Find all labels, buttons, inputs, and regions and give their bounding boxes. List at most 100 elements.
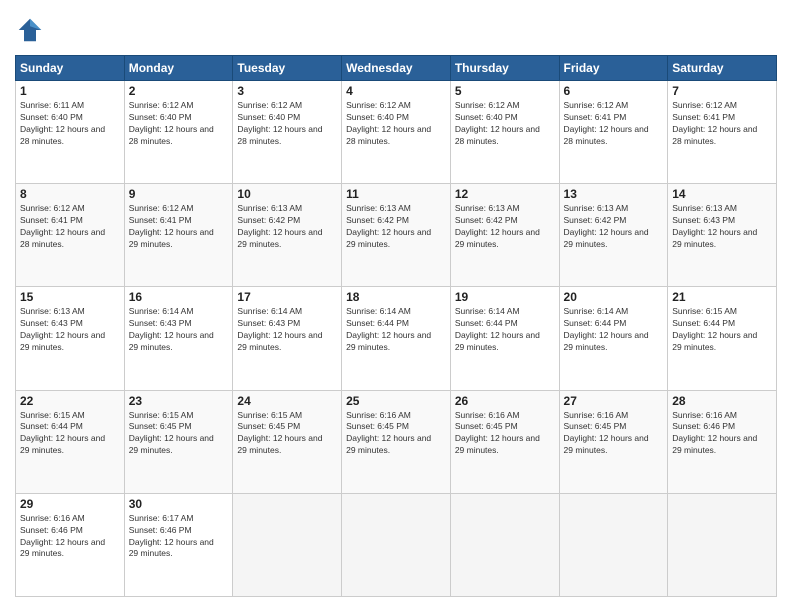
day-number: 22: [20, 394, 120, 408]
calendar-cell: [233, 493, 342, 596]
day-info: Sunrise: 6:11 AM Sunset: 6:40 PM Dayligh…: [20, 100, 120, 148]
weekday-header-row: SundayMondayTuesdayWednesdayThursdayFrid…: [16, 56, 777, 81]
day-number: 28: [672, 394, 772, 408]
calendar-cell: 28 Sunrise: 6:16 AM Sunset: 6:46 PM Dayl…: [668, 390, 777, 493]
calendar-cell: 14 Sunrise: 6:13 AM Sunset: 6:43 PM Dayl…: [668, 184, 777, 287]
calendar-cell: [342, 493, 451, 596]
day-info: Sunrise: 6:15 AM Sunset: 6:45 PM Dayligh…: [129, 410, 229, 458]
calendar-cell: [559, 493, 668, 596]
logo-icon: [15, 15, 45, 45]
day-info: Sunrise: 6:12 AM Sunset: 6:40 PM Dayligh…: [129, 100, 229, 148]
calendar-cell: 18 Sunrise: 6:14 AM Sunset: 6:44 PM Dayl…: [342, 287, 451, 390]
day-info: Sunrise: 6:14 AM Sunset: 6:44 PM Dayligh…: [455, 306, 555, 354]
day-info: Sunrise: 6:13 AM Sunset: 6:42 PM Dayligh…: [564, 203, 664, 251]
day-number: 21: [672, 290, 772, 304]
day-info: Sunrise: 6:12 AM Sunset: 6:40 PM Dayligh…: [346, 100, 446, 148]
day-info: Sunrise: 6:15 AM Sunset: 6:44 PM Dayligh…: [20, 410, 120, 458]
header: [15, 15, 777, 45]
day-number: 9: [129, 187, 229, 201]
day-number: 10: [237, 187, 337, 201]
calendar-cell: 20 Sunrise: 6:14 AM Sunset: 6:44 PM Dayl…: [559, 287, 668, 390]
calendar-cell: [450, 493, 559, 596]
day-number: 20: [564, 290, 664, 304]
day-info: Sunrise: 6:14 AM Sunset: 6:43 PM Dayligh…: [129, 306, 229, 354]
calendar-cell: 16 Sunrise: 6:14 AM Sunset: 6:43 PM Dayl…: [124, 287, 233, 390]
calendar-cell: 2 Sunrise: 6:12 AM Sunset: 6:40 PM Dayli…: [124, 81, 233, 184]
day-number: 30: [129, 497, 229, 511]
day-info: Sunrise: 6:16 AM Sunset: 6:45 PM Dayligh…: [455, 410, 555, 458]
day-info: Sunrise: 6:13 AM Sunset: 6:43 PM Dayligh…: [20, 306, 120, 354]
day-number: 17: [237, 290, 337, 304]
logo: [15, 15, 49, 45]
day-number: 15: [20, 290, 120, 304]
day-info: Sunrise: 6:16 AM Sunset: 6:45 PM Dayligh…: [346, 410, 446, 458]
calendar-cell: 4 Sunrise: 6:12 AM Sunset: 6:40 PM Dayli…: [342, 81, 451, 184]
day-number: 6: [564, 84, 664, 98]
day-number: 23: [129, 394, 229, 408]
day-number: 12: [455, 187, 555, 201]
day-info: Sunrise: 6:14 AM Sunset: 6:44 PM Dayligh…: [564, 306, 664, 354]
calendar-cell: 6 Sunrise: 6:12 AM Sunset: 6:41 PM Dayli…: [559, 81, 668, 184]
day-info: Sunrise: 6:16 AM Sunset: 6:45 PM Dayligh…: [564, 410, 664, 458]
calendar-cell: 21 Sunrise: 6:15 AM Sunset: 6:44 PM Dayl…: [668, 287, 777, 390]
day-info: Sunrise: 6:13 AM Sunset: 6:42 PM Dayligh…: [346, 203, 446, 251]
day-info: Sunrise: 6:15 AM Sunset: 6:44 PM Dayligh…: [672, 306, 772, 354]
day-number: 27: [564, 394, 664, 408]
day-info: Sunrise: 6:12 AM Sunset: 6:41 PM Dayligh…: [564, 100, 664, 148]
day-number: 8: [20, 187, 120, 201]
day-number: 1: [20, 84, 120, 98]
calendar-cell: 15 Sunrise: 6:13 AM Sunset: 6:43 PM Dayl…: [16, 287, 125, 390]
calendar-cell: 29 Sunrise: 6:16 AM Sunset: 6:46 PM Dayl…: [16, 493, 125, 596]
calendar-cell: 22 Sunrise: 6:15 AM Sunset: 6:44 PM Dayl…: [16, 390, 125, 493]
calendar-cell: 11 Sunrise: 6:13 AM Sunset: 6:42 PM Dayl…: [342, 184, 451, 287]
day-info: Sunrise: 6:13 AM Sunset: 6:42 PM Dayligh…: [237, 203, 337, 251]
week-row-3: 15 Sunrise: 6:13 AM Sunset: 6:43 PM Dayl…: [16, 287, 777, 390]
calendar-cell: 17 Sunrise: 6:14 AM Sunset: 6:43 PM Dayl…: [233, 287, 342, 390]
calendar-cell: 23 Sunrise: 6:15 AM Sunset: 6:45 PM Dayl…: [124, 390, 233, 493]
week-row-5: 29 Sunrise: 6:16 AM Sunset: 6:46 PM Dayl…: [16, 493, 777, 596]
weekday-header-tuesday: Tuesday: [233, 56, 342, 81]
day-number: 3: [237, 84, 337, 98]
weekday-header-wednesday: Wednesday: [342, 56, 451, 81]
calendar-table: SundayMondayTuesdayWednesdayThursdayFrid…: [15, 55, 777, 597]
day-number: 18: [346, 290, 446, 304]
calendar-cell: 25 Sunrise: 6:16 AM Sunset: 6:45 PM Dayl…: [342, 390, 451, 493]
day-info: Sunrise: 6:14 AM Sunset: 6:44 PM Dayligh…: [346, 306, 446, 354]
day-number: 11: [346, 187, 446, 201]
day-info: Sunrise: 6:12 AM Sunset: 6:41 PM Dayligh…: [672, 100, 772, 148]
weekday-header-friday: Friday: [559, 56, 668, 81]
day-number: 2: [129, 84, 229, 98]
day-info: Sunrise: 6:12 AM Sunset: 6:41 PM Dayligh…: [20, 203, 120, 251]
calendar-cell: 5 Sunrise: 6:12 AM Sunset: 6:40 PM Dayli…: [450, 81, 559, 184]
calendar-cell: 27 Sunrise: 6:16 AM Sunset: 6:45 PM Dayl…: [559, 390, 668, 493]
weekday-header-monday: Monday: [124, 56, 233, 81]
calendar-cell: 30 Sunrise: 6:17 AM Sunset: 6:46 PM Dayl…: [124, 493, 233, 596]
calendar-cell: 1 Sunrise: 6:11 AM Sunset: 6:40 PM Dayli…: [16, 81, 125, 184]
calendar-cell: 8 Sunrise: 6:12 AM Sunset: 6:41 PM Dayli…: [16, 184, 125, 287]
weekday-header-thursday: Thursday: [450, 56, 559, 81]
calendar-cell: 3 Sunrise: 6:12 AM Sunset: 6:40 PM Dayli…: [233, 81, 342, 184]
day-number: 16: [129, 290, 229, 304]
day-info: Sunrise: 6:17 AM Sunset: 6:46 PM Dayligh…: [129, 513, 229, 561]
weekday-header-saturday: Saturday: [668, 56, 777, 81]
day-info: Sunrise: 6:13 AM Sunset: 6:42 PM Dayligh…: [455, 203, 555, 251]
day-number: 13: [564, 187, 664, 201]
calendar-cell: 12 Sunrise: 6:13 AM Sunset: 6:42 PM Dayl…: [450, 184, 559, 287]
calendar-cell: 13 Sunrise: 6:13 AM Sunset: 6:42 PM Dayl…: [559, 184, 668, 287]
day-number: 29: [20, 497, 120, 511]
day-info: Sunrise: 6:12 AM Sunset: 6:40 PM Dayligh…: [455, 100, 555, 148]
calendar-cell: 9 Sunrise: 6:12 AM Sunset: 6:41 PM Dayli…: [124, 184, 233, 287]
week-row-2: 8 Sunrise: 6:12 AM Sunset: 6:41 PM Dayli…: [16, 184, 777, 287]
day-info: Sunrise: 6:12 AM Sunset: 6:41 PM Dayligh…: [129, 203, 229, 251]
day-number: 7: [672, 84, 772, 98]
day-info: Sunrise: 6:16 AM Sunset: 6:46 PM Dayligh…: [20, 513, 120, 561]
day-number: 5: [455, 84, 555, 98]
weekday-header-sunday: Sunday: [16, 56, 125, 81]
day-number: 4: [346, 84, 446, 98]
day-number: 24: [237, 394, 337, 408]
day-info: Sunrise: 6:12 AM Sunset: 6:40 PM Dayligh…: [237, 100, 337, 148]
day-number: 26: [455, 394, 555, 408]
calendar-cell: [668, 493, 777, 596]
week-row-1: 1 Sunrise: 6:11 AM Sunset: 6:40 PM Dayli…: [16, 81, 777, 184]
calendar-cell: 26 Sunrise: 6:16 AM Sunset: 6:45 PM Dayl…: [450, 390, 559, 493]
